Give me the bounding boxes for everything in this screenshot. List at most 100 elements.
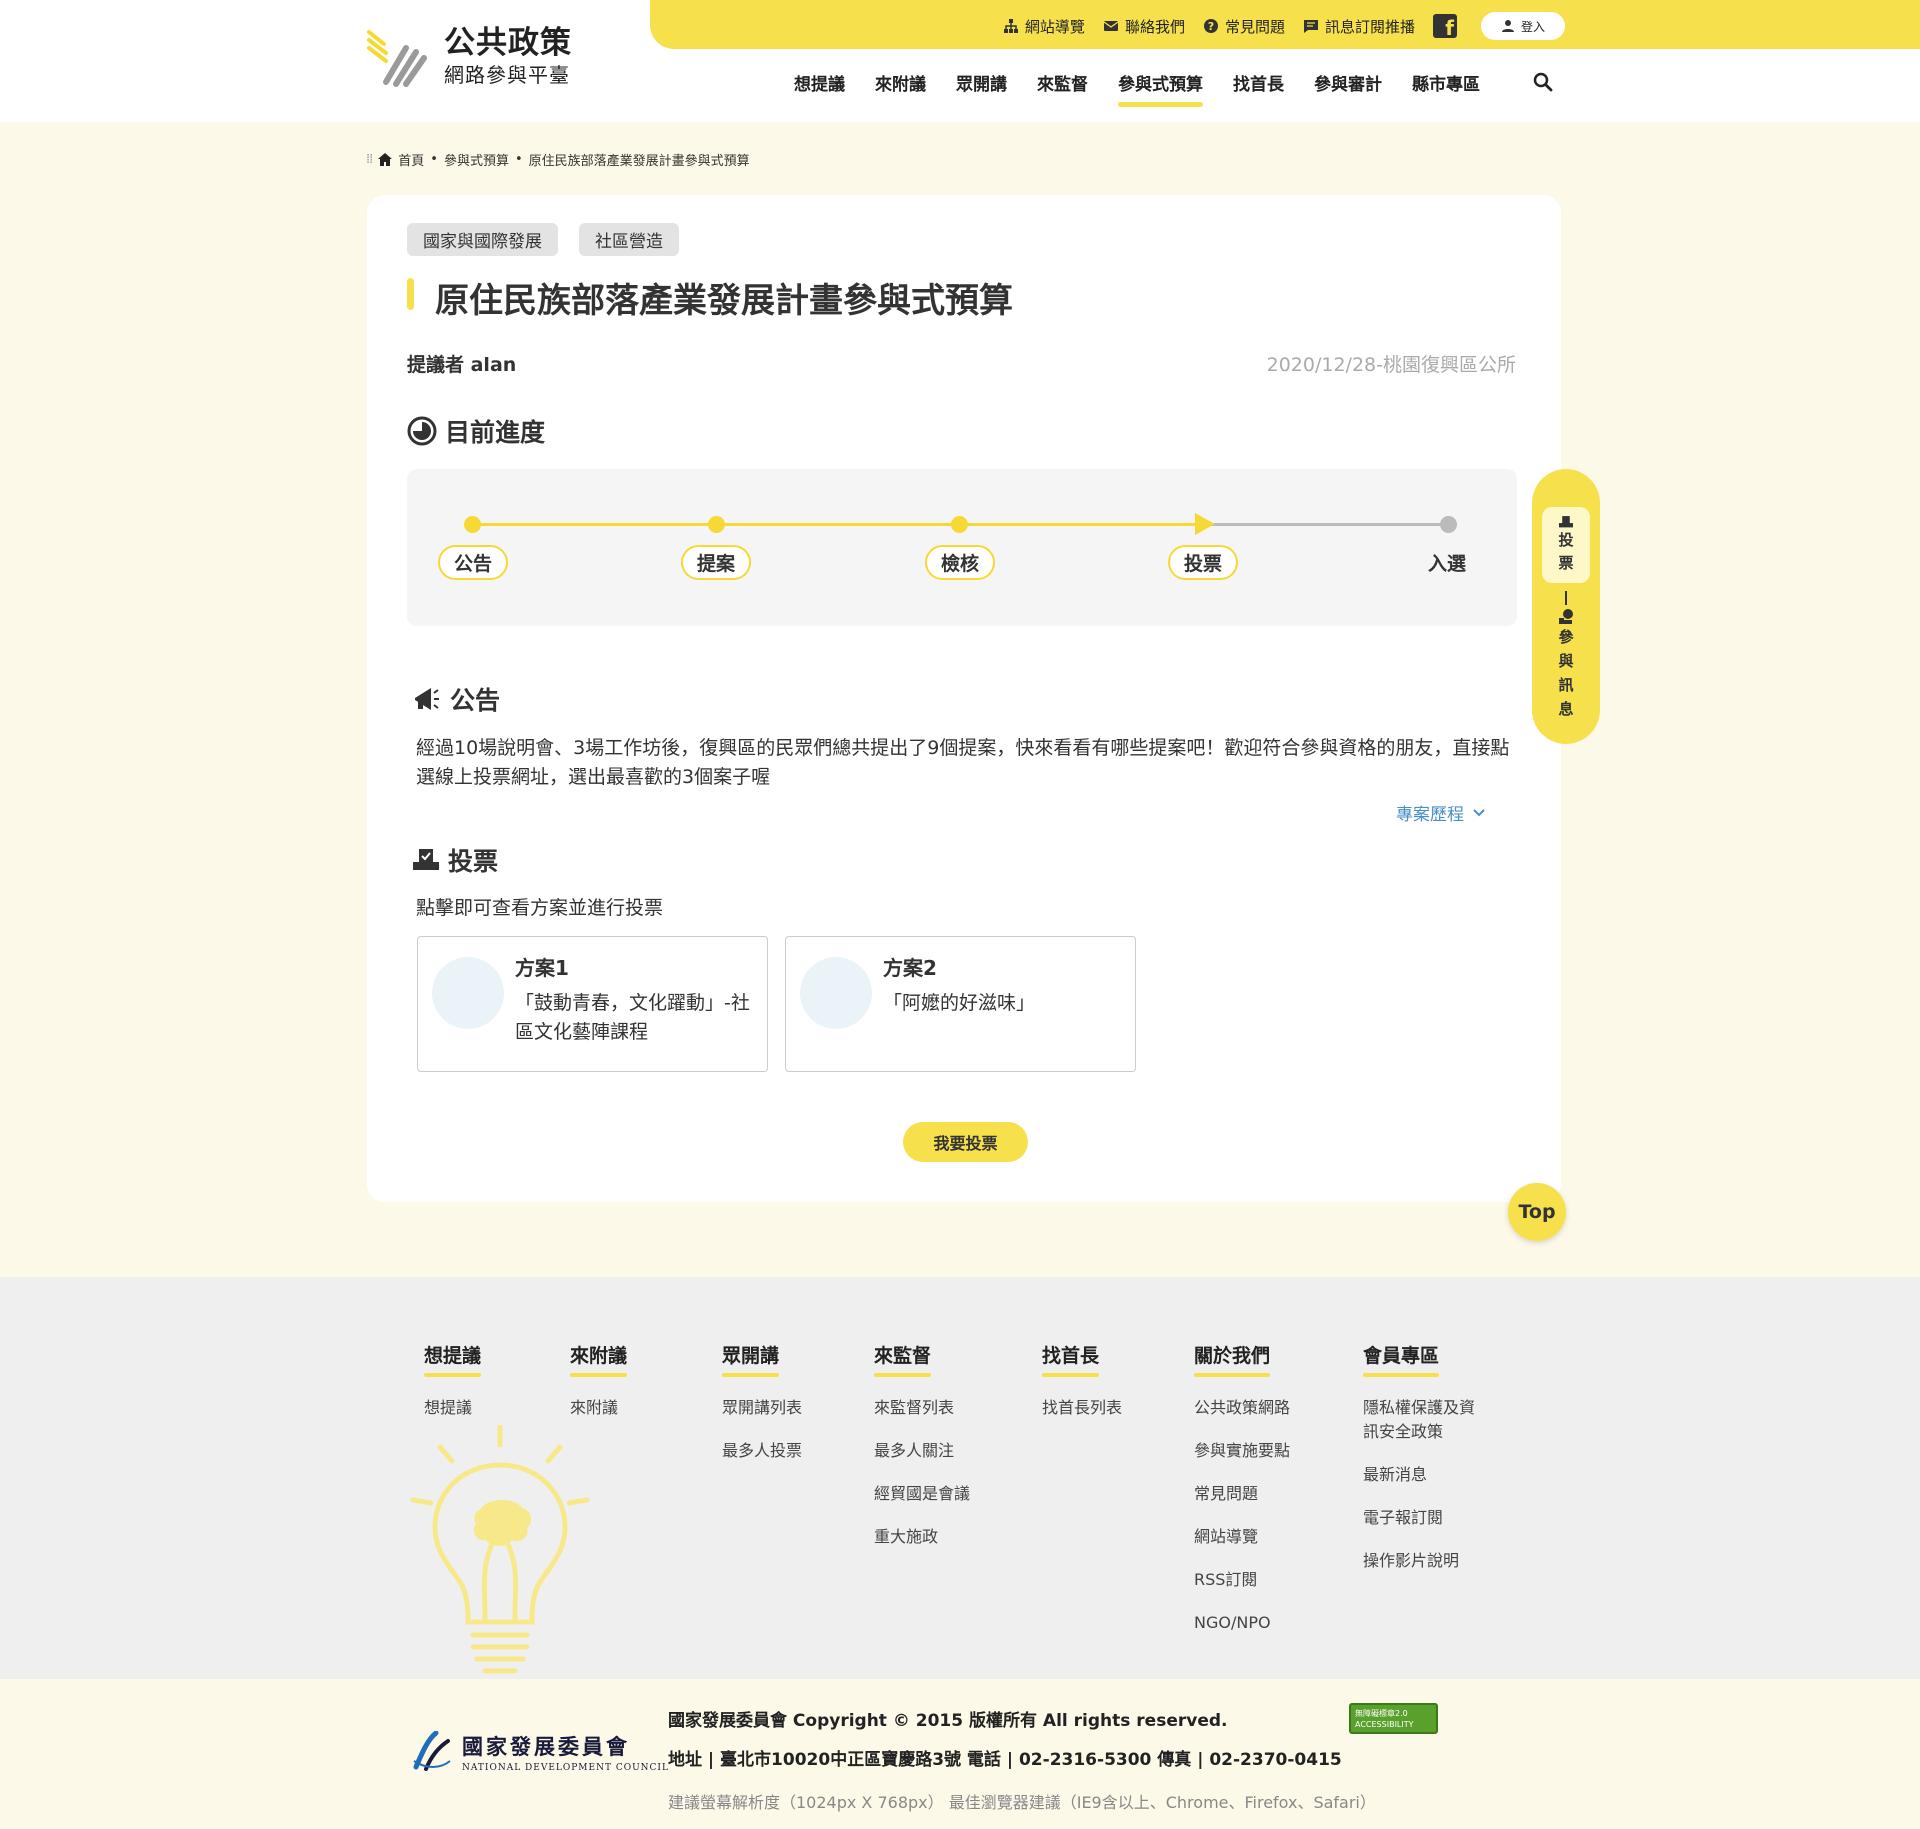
footer-col-head: 眾開講 [722, 1341, 780, 1377]
footer-link[interactable]: 經貿國是會議 [874, 1482, 970, 1506]
side-divider [1565, 591, 1567, 605]
breadcrumb-grip-icon: ⁞⁞ [366, 152, 373, 167]
nav-item-audit[interactable]: 參與審計 [1314, 70, 1382, 107]
footer-link[interactable]: 網站導覽 [1194, 1525, 1290, 1549]
progress-track-done [473, 523, 1203, 526]
footer-col-head: 想提議 [424, 1341, 482, 1377]
footer-col-propose: 想提議 想提議 [424, 1341, 482, 1420]
footer-link[interactable]: 常見問題 [1194, 1482, 1290, 1506]
util-sitemap-link[interactable]: 網站導覽 [1003, 16, 1085, 37]
footer-link[interactable]: 想提議 [424, 1396, 481, 1420]
side-floating-tab: 投 票 參 與 訊 息 [1532, 469, 1600, 744]
side-vote-link[interactable]: 投 票 [1542, 507, 1590, 583]
util-contact-link[interactable]: 聯絡我們 [1103, 16, 1185, 37]
ndc-logo-mark-icon [413, 1731, 451, 1771]
browser-recommendation: 建議螢幕解析度（1024px X 768px） 最佳瀏覽器建議（IE9含以上、C… [668, 1793, 1376, 1812]
tag-community[interactable]: 社區營造 [579, 223, 679, 256]
footer-link[interactable]: 參與實施要點 [1194, 1439, 1290, 1463]
copyright: 國家發展委員會 Copyright © 2015 版權所有 All rights… [668, 1711, 1228, 1731]
plan-card-1[interactable]: 方案1 「鼓動青春，文化躍動」-社區文化藝陣課程 [417, 936, 768, 1072]
sitemap-icon [1003, 19, 1018, 33]
footer-col-second: 來附議 來附議 [570, 1341, 628, 1420]
step-propose: 提案 [681, 545, 752, 580]
plan-description: 「鼓動青春，文化躍動」-社區文化藝陣課程 [515, 992, 750, 1043]
accessibility-badge[interactable]: 無障礙標章2.0 ACCESSIBILITY [1349, 1703, 1438, 1734]
footer-link[interactable]: RSS訂閱 [1194, 1568, 1290, 1592]
footer-col-discuss: 眾開講 眾開講列表 最多人投票 [722, 1341, 802, 1463]
footer-link[interactable]: 來監督列表 [874, 1396, 970, 1420]
nav-item-supervise[interactable]: 來監督 [1037, 70, 1088, 107]
footer-link[interactable]: 來附議 [570, 1396, 627, 1420]
contact-address: 地址 | 臺北市10020中正區寶慶路3號 電話 | 02-2316-5300 … [668, 1750, 1342, 1770]
footer-link[interactable]: 最多人投票 [722, 1439, 802, 1463]
footer-link[interactable]: 隱私權保護及資訊安全政策 [1363, 1396, 1483, 1444]
vote-button[interactable]: 我要投票 [903, 1122, 1028, 1162]
side-info-link[interactable]: 參 與 訊 息 [1542, 609, 1590, 721]
announce-heading: 公告 [412, 681, 500, 717]
nav-item-find-chief[interactable]: 找首長 [1233, 70, 1284, 107]
main-nav: 想提議 來附議 眾開講 來監督 參與式預算 找首長 參與審計 縣市專區 [794, 70, 1480, 107]
footer-link[interactable]: 最新消息 [1363, 1463, 1483, 1487]
info-hand-icon [1559, 609, 1573, 624]
announce-heading-label: 公告 [450, 686, 501, 715]
nav-item-second[interactable]: 來附議 [875, 70, 926, 107]
footer-col-head: 來附議 [570, 1341, 628, 1377]
side-info-char: 訊 [1558, 676, 1574, 694]
util-subscribe-link[interactable]: 訊息訂閱推播 [1303, 16, 1415, 37]
footer-link[interactable]: 電子報訂閱 [1363, 1506, 1483, 1530]
side-info-char: 息 [1558, 700, 1574, 718]
megaphone-icon [415, 688, 439, 710]
nav-item-participatory-budget[interactable]: 參與式預算 [1118, 70, 1203, 107]
footer-col-supervise: 來監督 來監督列表 最多人關注 經貿國是會議 重大施政 [874, 1341, 970, 1549]
footer-link[interactable]: 找首長列表 [1042, 1396, 1122, 1420]
mail-icon [1103, 21, 1119, 31]
nav-item-county[interactable]: 縣市專區 [1412, 70, 1480, 107]
util-faq-link[interactable]: ? 常見問題 [1203, 16, 1285, 37]
breadcrumb-item-budget[interactable]: 參與式預算 [444, 150, 509, 169]
footer-link[interactable]: 公共政策網路 [1194, 1396, 1290, 1420]
logo-title: 公共政策 [444, 24, 572, 61]
ndc-logo[interactable]: 國家發展委員會 NATIONAL DEVELOPMENT COUNCIL [412, 1731, 669, 1773]
announce-text: 經過10場說明會、3場工作坊後，復興區的民眾們總共提出了9個提案，快來看看有哪些… [416, 737, 1510, 788]
footer-col-member: 會員專區 隱私權保護及資訊安全政策 最新消息 電子報訂閱 操作影片說明 [1363, 1341, 1483, 1573]
facebook-icon[interactable]: f [1432, 14, 1457, 38]
step-selected: 入選 [1428, 553, 1467, 575]
current-step-marker [1195, 513, 1215, 535]
step-dot-announce [464, 516, 481, 533]
footer-link[interactable]: 眾開講列表 [722, 1396, 802, 1420]
breadcrumb-home[interactable]: 首頁 [398, 150, 424, 169]
logo-mark-icon [367, 30, 427, 87]
logo-subtitle: 網路參與平臺 [444, 62, 570, 87]
progress-heading: 目前進度 [407, 413, 545, 449]
vote-description: 點擊即可查看方案並進行投票 [416, 897, 664, 919]
footer-col-head: 找首長 [1042, 1341, 1100, 1377]
footer-link[interactable]: 最多人關注 [874, 1439, 970, 1463]
footer-link[interactable]: NGO/NPO [1194, 1611, 1290, 1635]
side-vote-char: 票 [1558, 554, 1574, 572]
a11y-badge-line1: 無障礙標章2.0 [1355, 1709, 1408, 1718]
tag-national-development[interactable]: 國家與國際發展 [407, 223, 558, 256]
breadcrumb-separator: • [514, 152, 523, 167]
plan-card-2[interactable]: 方案2 「阿嬤的好滋味」 [785, 936, 1136, 1072]
util-sitemap-label: 網站導覽 [1024, 17, 1085, 36]
plan-title: 方案1 [515, 956, 569, 980]
footer-sitemap: 想提議 想提議 來附議 來附議 眾開講 眾開講列表 最多人投票 來監督 來監督列… [0, 1277, 1920, 1679]
ballot-box-icon [1559, 516, 1573, 528]
site-logo[interactable]: 公共政策 網路參與平臺 [366, 24, 572, 88]
footer-col-head: 關於我們 [1194, 1341, 1271, 1377]
util-subscribe-label: 訊息訂閱推播 [1324, 17, 1415, 36]
footer-link[interactable]: 重大施政 [874, 1525, 970, 1549]
title-accent-bar [407, 278, 414, 310]
nav-item-discuss[interactable]: 眾開講 [956, 70, 1007, 107]
step-dot-review [951, 516, 968, 533]
search-icon[interactable] [1533, 72, 1553, 92]
date-location: 2020/12/28-桃園復興區公所 [1266, 354, 1516, 376]
nav-item-propose[interactable]: 想提議 [794, 70, 845, 107]
lightbulb-icon [410, 1425, 590, 1674]
back-to-top-button[interactable]: Top [1508, 1183, 1566, 1241]
utility-nav: 網站導覽 聯絡我們 ? 常見問題 訊息訂閱推播 f 登入 [1003, 12, 1565, 40]
login-button[interactable]: 登入 [1480, 12, 1565, 40]
footer-link[interactable]: 操作影片說明 [1363, 1549, 1483, 1573]
project-card: 國家與國際發展 社區營造 原住民族部落產業發展計畫參與式預算 提議者 alan … [367, 195, 1561, 1202]
project-history-link[interactable]: 專案歷程 [1396, 800, 1486, 825]
